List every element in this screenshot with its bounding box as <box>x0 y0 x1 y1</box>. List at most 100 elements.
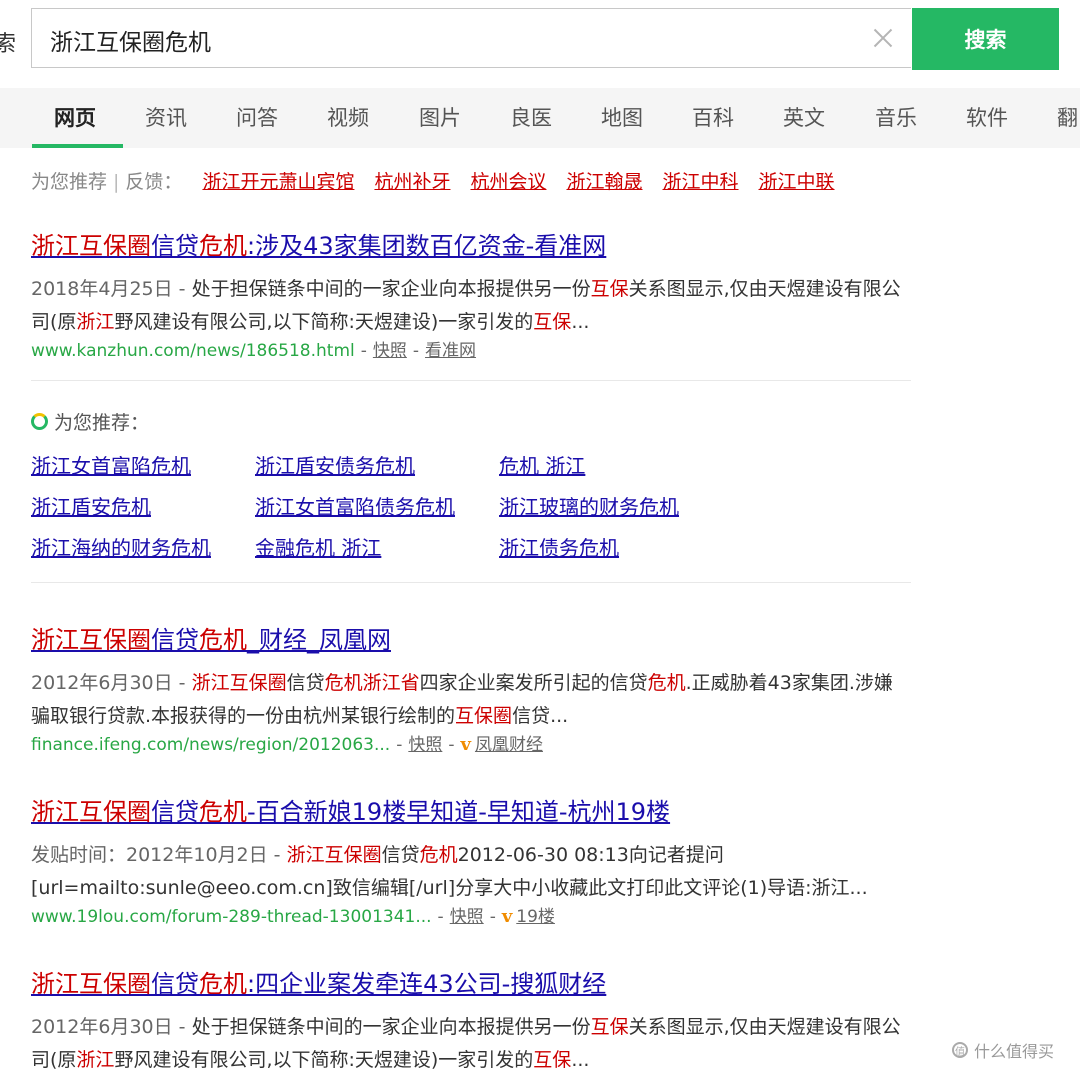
source-link[interactable]: 看准网 <box>425 341 476 361</box>
tab-item[interactable]: 图片 <box>419 102 461 132</box>
related-search-link[interactable]: 金融危机 浙江 <box>255 532 381 561</box>
tab-item[interactable]: 英文 <box>783 102 825 132</box>
snippet-segment: 信贷 <box>286 672 325 694</box>
snippet-segment: 四家企业案发所引起的信贷 <box>419 672 648 694</box>
snippet-segment: 2012年6月30日 - <box>31 1016 192 1038</box>
title-segment: :四企业案发牵连43公司-搜狐财经 <box>247 970 607 998</box>
title-segment: 浙江互保圈 <box>31 798 151 826</box>
snippet-segment: 互保圈 <box>455 705 513 727</box>
source-link[interactable]: 19楼 <box>516 907 555 927</box>
result-url[interactable]: www.19lou.com/forum-289-thread-13001341.… <box>31 907 432 927</box>
tab-item[interactable]: 视频 <box>327 102 369 132</box>
search-result: 浙江互保圈信贷危机_财经_凤凰网 2012年6月30日 - 浙江互保圈信贷危机浙江… <box>31 620 911 757</box>
result-snippet: 2018年4月25日 - 处于担保链条中间的一家企业向本报提供另一份互保关系图显… <box>31 273 911 339</box>
title-segment: 信贷 <box>151 970 199 998</box>
snippet-segment: 互保 <box>590 1016 629 1038</box>
result-url-line: www.19lou.com/forum-289-thread-13001341.… <box>31 905 911 929</box>
related-search-link[interactable]: 危机 浙江 <box>499 450 585 479</box>
url-separator: - <box>360 341 367 361</box>
title-segment: _财经_凤凰网 <box>247 626 391 654</box>
tab-item[interactable]: 网页 <box>54 102 96 132</box>
result-snippet: 2012年6月30日 - 处于担保链条中间的一家企业向本报提供另一份互保关系图显… <box>31 1011 911 1077</box>
tab-bar: 网页 资讯 问答 视频 图片 良医 地图 百科 英文 音乐 软件 翻 <box>0 88 1080 148</box>
snippet-segment: 互保 <box>590 278 629 300</box>
title-segment: :涉及43家集团数百亿资金-看准网 <box>247 232 607 260</box>
title-segment: 信贷 <box>151 798 199 826</box>
snippet-segment: 互保 <box>533 1049 572 1071</box>
tab-item[interactable]: 地图 <box>601 102 643 132</box>
search-result: 浙江互保圈信贷危机:四企业案发牵连43公司-搜狐财经 2012年6月30日 - 处… <box>31 964 911 1077</box>
title-segment: 危机 <box>199 626 247 654</box>
feedback-link[interactable]: 反馈： <box>125 171 182 193</box>
result-title-link[interactable]: 浙江互保圈信贷危机_财经_凤凰网 <box>31 620 911 655</box>
watermark: 值 什么值得买 <box>952 1038 1054 1062</box>
title-segment: 危机 <box>199 970 247 998</box>
related-search-link[interactable]: 浙江债务危机 <box>499 532 619 561</box>
title-segment: 浙江互保圈 <box>31 232 151 260</box>
search-result: 浙江互保圈信贷危机-百合新娘19楼早知道-早知道-杭州19楼发贴时间：2012年… <box>31 792 911 929</box>
recommend-separator: | <box>113 171 120 193</box>
title-segment: 信贷 <box>151 626 199 654</box>
result-title-link[interactable]: 浙江互保圈信贷危机:四企业案发牵连43公司-搜狐财经 <box>31 964 911 999</box>
divider <box>31 380 911 381</box>
title-segment: 浙江互保圈 <box>31 970 151 998</box>
result-snippet: 发贴时间：2012年10月2日 - 浙江互保圈信贷危机2012-06-30 08… <box>31 839 911 905</box>
tab-item[interactable]: 翻 <box>1057 102 1078 132</box>
tab-item[interactable]: 软件 <box>966 102 1008 132</box>
result-snippet: 2012年6月30日 - 浙江互保圈信贷危机浙江省四家企业案发所引起的信贷危机.… <box>31 667 911 733</box>
result-title-link[interactable]: 浙江互保圈信贷危机-百合新娘19楼早知道-早知道-杭州19楼 <box>31 792 911 827</box>
recommend-link[interactable]: 浙江中联 <box>759 171 835 193</box>
tab-item[interactable]: 良医 <box>510 102 552 132</box>
related-heading: 为您推荐： <box>31 408 149 435</box>
snapshot-link[interactable]: 快照 <box>373 341 407 361</box>
snippet-segment: 浙江互保圈 <box>191 672 287 694</box>
result-title-link[interactable]: 浙江互保圈信贷危机:涉及43家集团数百亿资金-看准网 <box>31 226 911 261</box>
snippet-segment: 信贷 <box>381 844 420 866</box>
clear-icon[interactable] <box>868 23 898 53</box>
snippet-segment: 浙江 <box>76 311 115 333</box>
snippet-segment: 浙江互保圈 <box>286 844 382 866</box>
snippet-segment: 2018年4月25日 - <box>31 278 192 300</box>
snippet-segment: 发贴时间：2012年10月2日 - <box>31 844 287 866</box>
snippet-segment: 处于担保链条中间的一家企业向本报提供另一份 <box>191 278 591 300</box>
recommend-link[interactable]: 浙江中科 <box>663 171 739 193</box>
related-search-link[interactable]: 浙江女首富陷危机 <box>31 450 191 479</box>
recommend-link[interactable]: 浙江翰晟 <box>566 171 642 193</box>
snippet-segment: 危机浙江省 <box>324 672 420 694</box>
result-url[interactable]: www.kanzhun.com/news/186518.html <box>31 341 355 361</box>
recommend-row: 为您推荐 | 反馈： 浙江开元萧山宾馆 杭州补牙 杭州会议 浙江翰晟 浙江中科 浙江中联 <box>31 167 835 194</box>
url-separator: - <box>412 341 420 361</box>
snippet-segment: 信贷... <box>512 705 569 727</box>
result-url[interactable]: finance.ifeng.com/news/region/2012063... <box>31 735 390 755</box>
related-search-link[interactable]: 浙江玻璃的财务危机 <box>499 491 679 520</box>
recommend-link[interactable]: 浙江开元萧山宾馆 <box>202 171 354 193</box>
related-search-link[interactable]: 浙江盾安债务危机 <box>255 450 415 479</box>
related-search-link[interactable]: 浙江海纳的财务危机 <box>31 532 211 561</box>
tab-item[interactable]: 资讯 <box>145 102 187 132</box>
recommend-link[interactable]: 杭州补牙 <box>374 171 450 193</box>
tab-item[interactable]: 百科 <box>692 102 734 132</box>
active-tab-indicator <box>32 144 123 148</box>
url-separator: - <box>489 907 496 927</box>
snapshot-link[interactable]: 快照 <box>450 907 484 927</box>
snapshot-link[interactable]: 快照 <box>408 735 442 755</box>
related-search-link[interactable]: 浙江女首富陷债务危机 <box>255 491 455 520</box>
recommend-link[interactable]: 杭州会议 <box>470 171 546 193</box>
recommend-ring-icon <box>31 413 48 430</box>
result-url-line: www.kanzhun.com/news/186518.html - 快照 - 看准网 <box>31 339 911 363</box>
result-url-line: finance.ifeng.com/news/region/2012063...… <box>31 733 911 757</box>
snippet-segment: 危机 <box>419 844 458 866</box>
search-button[interactable]: 搜索 <box>912 8 1059 70</box>
watermark-text: 什么值得买 <box>974 1042 1055 1061</box>
url-separator: - <box>437 907 444 927</box>
search-box[interactable] <box>31 8 911 68</box>
tab-item[interactable]: 音乐 <box>875 102 917 132</box>
snippet-segment: 危机 <box>647 672 686 694</box>
related-label: 为您推荐： <box>54 412 150 434</box>
related-search-link[interactable]: 浙江盾安危机 <box>31 491 151 520</box>
title-segment: 危机 <box>199 232 247 260</box>
source-link[interactable]: 凤凰财经 <box>475 735 543 755</box>
tab-item[interactable]: 问答 <box>236 102 278 132</box>
search-input[interactable] <box>48 21 852 59</box>
url-separator: - <box>448 735 455 755</box>
